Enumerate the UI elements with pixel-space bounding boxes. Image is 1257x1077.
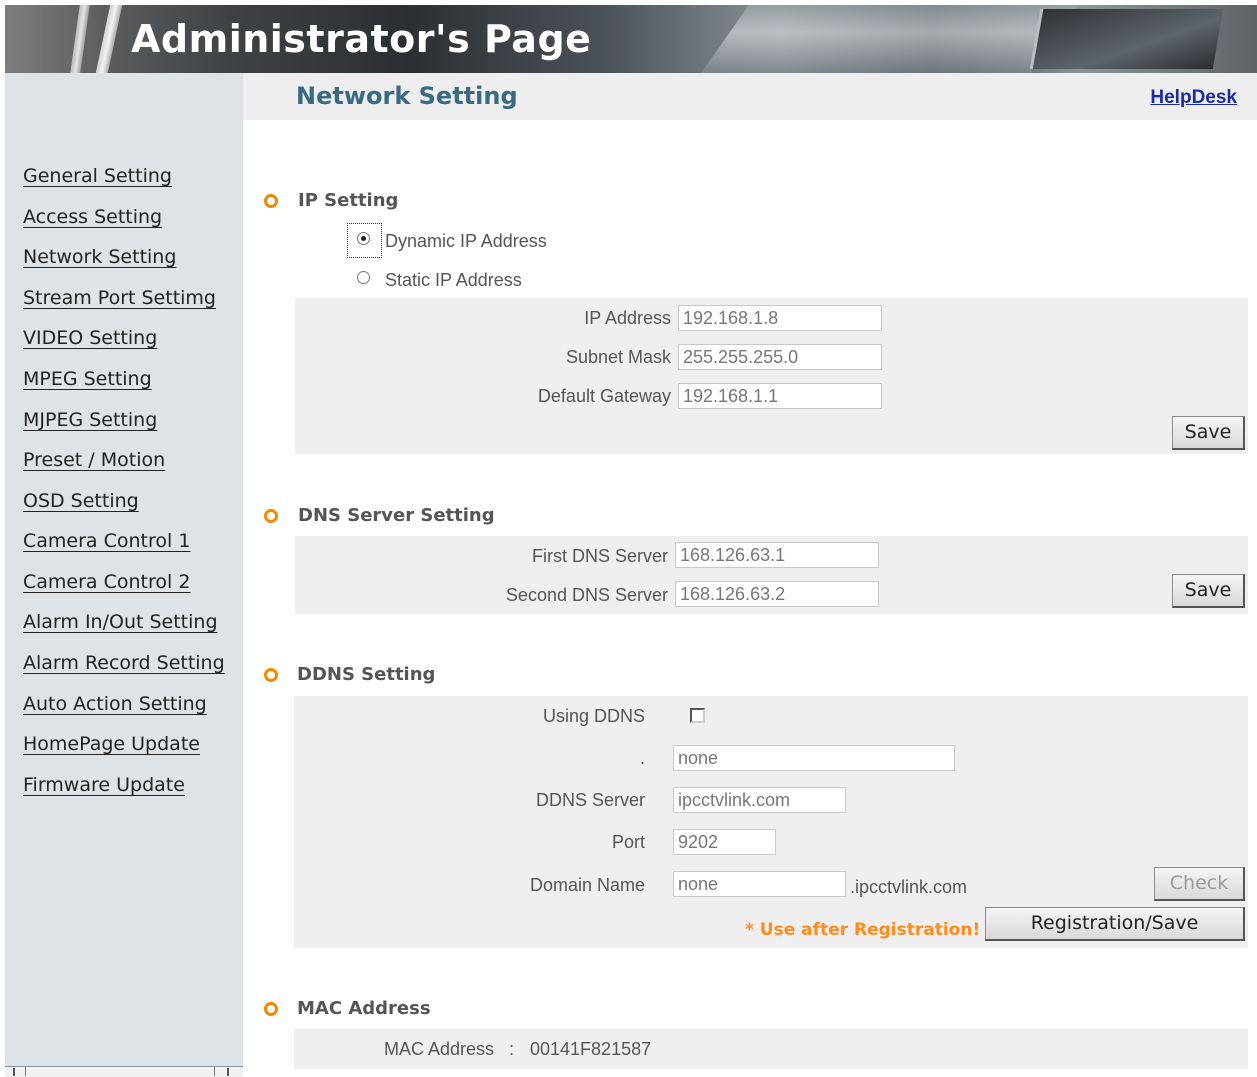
scroll-thumb[interactable] — [25, 1067, 215, 1076]
banner-laptop-image — [1029, 9, 1224, 69]
ddns-blank-input[interactable] — [673, 745, 955, 771]
check-button[interactable]: Check — [1154, 867, 1245, 901]
sidebar-item-alarm-record-setting[interactable]: Alarm Record Setting — [17, 652, 225, 674]
banner-title: Administrator's Page — [131, 17, 592, 61]
sidebar-item-video-setting[interactable]: VIDEO Setting — [17, 327, 157, 349]
sidebar-item-stream-port-setting[interactable]: Stream Port Settimg — [17, 287, 216, 309]
bullet-icon — [264, 194, 278, 208]
static-ip-label: Static IP Address — [385, 270, 522, 290]
scroll-left-arrow-icon[interactable] — [13, 1068, 15, 1076]
horizontal-scrollbar[interactable] — [5, 1066, 243, 1077]
sidebar-item-access-setting[interactable]: Access Setting — [17, 206, 162, 228]
mac-address-title: MAC Address — [297, 998, 431, 1019]
domain-name-label: Domain Name — [529, 875, 645, 895]
dynamic-ip-radio[interactable] — [357, 232, 370, 245]
sidebar-item-preset-motion[interactable]: Preset / Motion — [17, 449, 165, 471]
ddns-server-input[interactable] — [673, 787, 846, 813]
subnet-mask-label: Subnet Mask — [565, 347, 671, 367]
domain-suffix-label: .ipcctvlink.com — [850, 877, 968, 897]
subnet-mask-input[interactable] — [678, 344, 882, 370]
first-dns-input[interactable] — [675, 542, 879, 568]
dns-setting-panel: First DNS Server Second DNS Server Save — [295, 536, 1248, 614]
sidebar-item-mpeg-setting[interactable]: MPEG Setting — [17, 368, 152, 390]
sidebar-item-alarm-in-out-setting[interactable]: Alarm In/Out Setting — [17, 611, 218, 633]
first-dns-label: First DNS Server — [531, 546, 668, 566]
ip-setting-title: IP Setting — [298, 190, 399, 211]
ddns-setting-title: DDNS Setting — [297, 664, 436, 685]
ip-save-button[interactable]: Save — [1172, 416, 1245, 450]
ddns-setting-panel: Using DDNS . DDNS Server Port Domain Nam… — [294, 696, 1248, 948]
page-title: Network Setting — [296, 82, 518, 110]
sidebar-item-auto-action-setting[interactable]: Auto Action Setting — [17, 693, 207, 715]
header-banner: Administrator's Page — [5, 5, 1257, 73]
sidebar-item-homepage-update[interactable]: HomePage Update — [17, 733, 200, 755]
sidebar-item-firmware-update[interactable]: Firmware Update — [17, 774, 185, 796]
bullet-icon — [264, 668, 278, 682]
banner-laptop-image — [701, 5, 1079, 73]
bullet-icon — [264, 509, 278, 523]
ddns-port-input[interactable] — [673, 829, 776, 855]
using-ddns-label: Using DDNS — [542, 706, 645, 726]
registration-note: * Use after Registration! — [745, 920, 981, 940]
second-dns-input[interactable] — [675, 581, 879, 607]
bullet-icon — [264, 1002, 278, 1016]
mac-address-value: 00141F821587 — [530, 1039, 652, 1059]
default-gateway-input[interactable] — [678, 383, 882, 409]
sidebar-item-mjpeg-setting[interactable]: MJPEG Setting — [17, 409, 157, 431]
ip-setting-panel: IP Address Subnet Mask Default Gateway S… — [295, 298, 1248, 454]
registration-save-button[interactable]: Registration/Save — [985, 907, 1245, 941]
dns-setting-title: DNS Server Setting — [298, 505, 495, 526]
page-title-bar: Network Setting HelpDesk — [243, 73, 1257, 120]
ddns-blank-label: . — [639, 748, 645, 768]
sidebar-item-camera-control-2[interactable]: Camera Control 2 — [17, 571, 190, 593]
banner-decoration — [70, 5, 90, 73]
sidebar-item-osd-setting[interactable]: OSD Setting — [17, 490, 139, 512]
ip-address-input[interactable] — [678, 305, 882, 331]
default-gateway-label: Default Gateway — [537, 386, 671, 406]
ddns-port-label: Port — [611, 832, 645, 852]
dns-save-button[interactable]: Save — [1172, 574, 1245, 608]
second-dns-label: Second DNS Server — [505, 585, 668, 605]
domain-name-input[interactable] — [673, 871, 846, 897]
scroll-right-arrow-icon[interactable] — [227, 1068, 229, 1076]
using-ddns-checkbox[interactable] — [690, 708, 705, 723]
ip-address-label: IP Address — [584, 308, 671, 328]
banner-decoration — [95, 5, 123, 73]
sidebar-item-general-setting[interactable]: General Setting — [17, 165, 172, 187]
radio-selected-dot — [361, 236, 366, 241]
sidebar-item-camera-control-1[interactable]: Camera Control 1 — [17, 530, 190, 552]
mac-address-label: MAC Address — [384, 1039, 495, 1059]
dynamic-ip-label: Dynamic IP Address — [385, 231, 547, 251]
static-ip-radio[interactable] — [357, 271, 370, 284]
mac-address-panel: MAC Address : 00141F821587 — [294, 1029, 1248, 1069]
helpdesk-link[interactable]: HelpDesk — [1150, 87, 1237, 109]
ddns-server-label: DDNS Server — [535, 790, 645, 810]
mac-address-separator: : — [509, 1039, 515, 1059]
sidebar: General Setting Access Setting Network S… — [5, 73, 243, 1077]
sidebar-item-network-setting[interactable]: Network Setting — [17, 246, 176, 268]
